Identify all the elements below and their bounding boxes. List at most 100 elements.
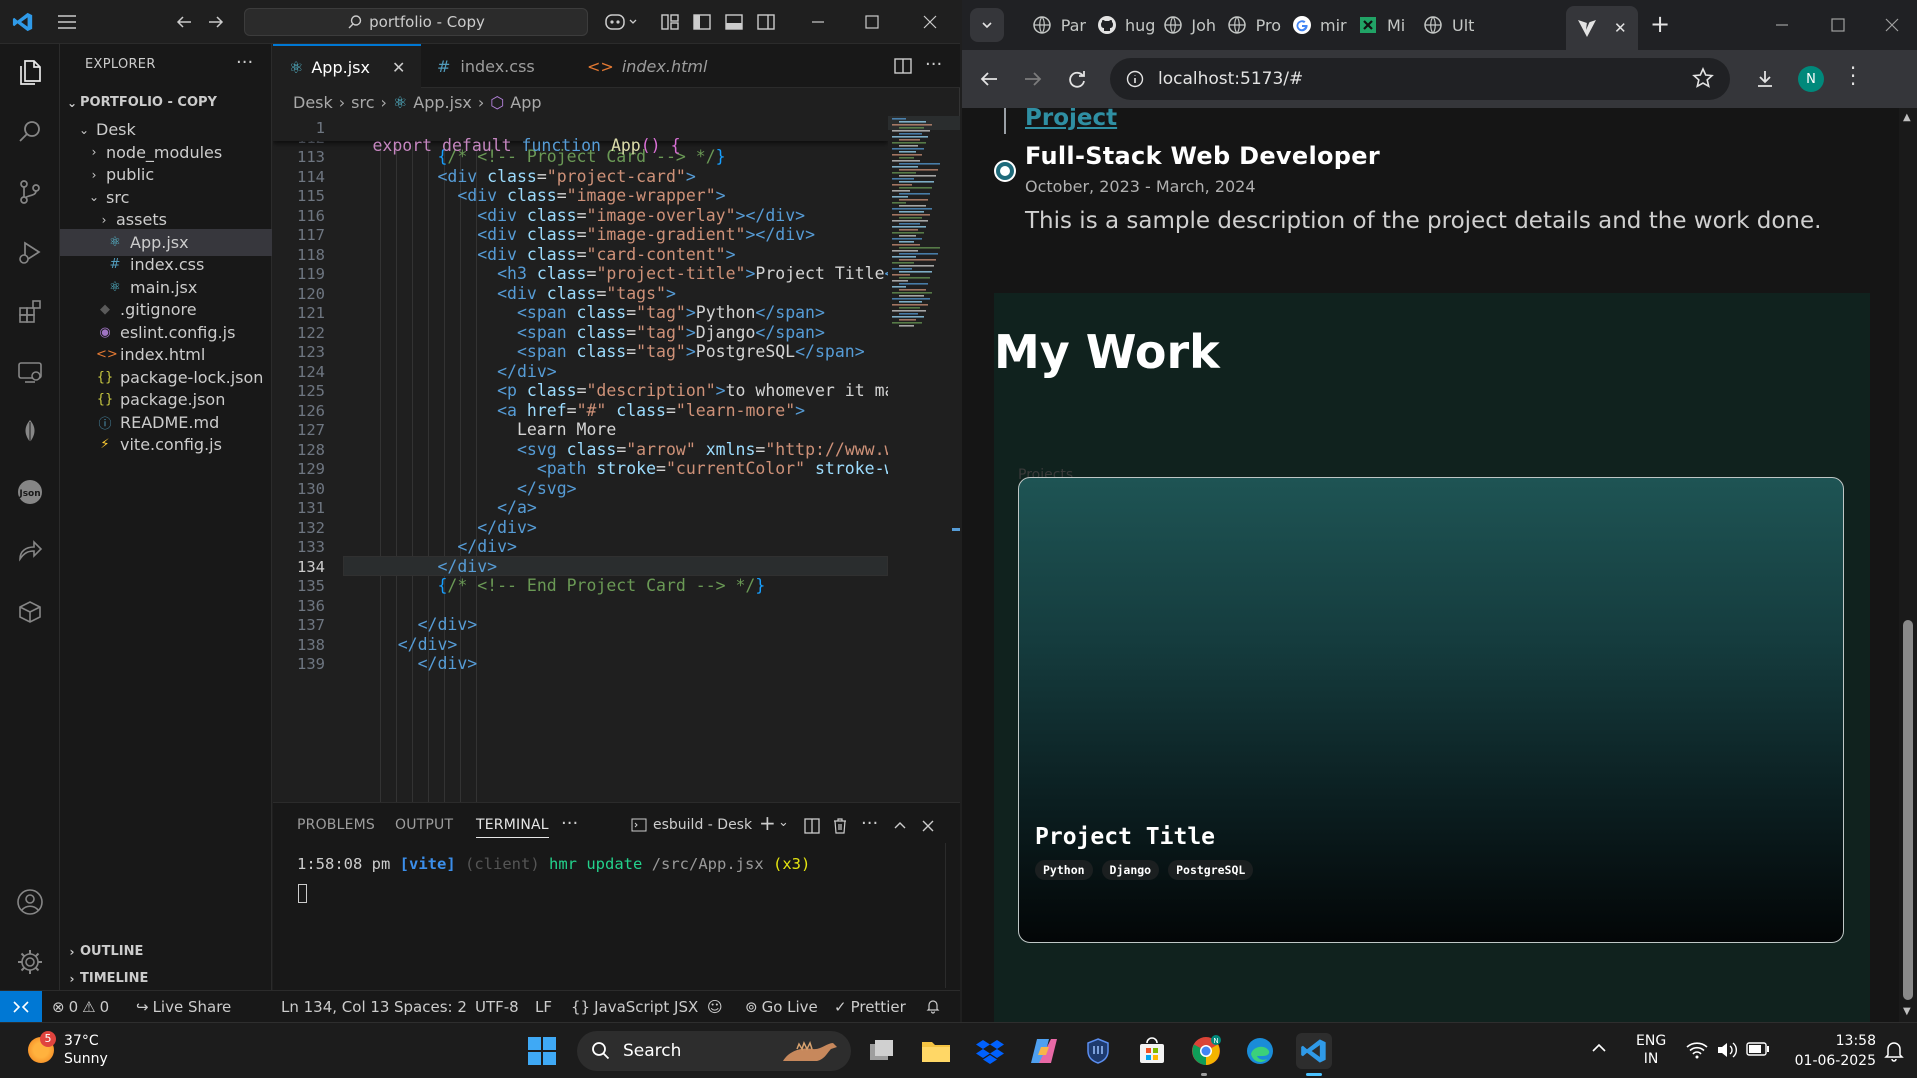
tab-problems[interactable]: PROBLEMS [297,817,375,833]
battery-icon[interactable] [1746,1041,1770,1057]
tab-search-button[interactable] [970,8,1004,42]
browser-tab[interactable]: hug [1087,8,1155,42]
new-tab-icon[interactable]: + [1650,10,1670,38]
timeline-section[interactable]: › TIMELINE [60,965,272,992]
microsoft-store-icon[interactable] [1134,1033,1170,1069]
start-button[interactable] [524,1033,560,1069]
breadcrumb-src[interactable]: src [351,93,374,112]
volume-icon[interactable] [1716,1040,1738,1060]
download-icon[interactable] [1754,68,1776,90]
tab-app-jsx[interactable]: ⚛ App.jsx ✕ [273,44,421,88]
problems-counter[interactable]: ⊗ 0 ⚠ 0 [52,998,109,1016]
live-share-icon[interactable] [10,532,50,572]
toggle-panel-icon[interactable] [724,12,744,32]
browser-tab[interactable]: Pro [1217,8,1281,42]
chrome-icon[interactable]: N [1188,1033,1224,1069]
browser-tab[interactable]: Par [1022,8,1086,42]
minimap[interactable] [888,116,960,802]
command-center-search[interactable]: portfolio - Copy [244,8,588,36]
shield-app-icon[interactable] [1080,1033,1116,1069]
clock[interactable]: 13:58 01-06-2025 [1786,1031,1876,1071]
weather-widget[interactable]: 5 37°C Sunny [24,1031,134,1071]
page-scrollbar[interactable]: ▲ ▼ [1899,108,1917,1022]
remote-indicator[interactable] [0,991,42,1022]
breadcrumb-symbol[interactable]: App [510,93,541,112]
panel-more-actions-icon[interactable]: ··· [861,813,878,834]
containers-icon[interactable] [10,592,50,632]
maximize-icon[interactable] [862,12,882,32]
notifications-bell-icon[interactable] [1884,1040,1904,1062]
browser-tab[interactable]: Ult [1412,8,1476,42]
wifi-icon[interactable] [1686,1041,1708,1059]
browser-tab-active[interactable]: ✕ [1566,6,1638,50]
scroll-up-icon[interactable]: ▲ [1903,112,1911,123]
notifications-bell-icon[interactable] [925,998,941,1014]
project-card[interactable]: Project Title Python Django PostgreSQL [1018,477,1844,943]
explorer-more-icon[interactable]: ··· [236,52,253,73]
site-info-icon[interactable] [1126,70,1144,88]
forward-arrow-icon[interactable] [206,12,226,32]
chevron-up-icon[interactable] [1590,1041,1608,1055]
language-indicator[interactable]: ENG IN [1636,1032,1666,1068]
terminal-selector[interactable]: esbuild - Desk [631,817,752,833]
profile-avatar[interactable]: N [1798,66,1824,92]
menu-icon[interactable] [56,12,78,32]
close-window-icon[interactable] [1882,15,1902,35]
language-mode[interactable]: {} JavaScript JSX [571,998,698,1016]
explorer-icon[interactable] [10,52,50,92]
split-editor-icon[interactable] [893,56,913,76]
vscode-taskbar-icon[interactable] [1296,1033,1332,1069]
indentation[interactable]: Spaces: 2 [394,998,467,1016]
address-bar[interactable]: localhost:5173/# [1110,58,1730,100]
browser-tab[interactable]: mir [1282,8,1347,42]
accounts-icon[interactable] [10,882,50,922]
back-arrow-icon[interactable] [174,12,194,32]
panel-more-icon[interactable]: ··· [561,813,578,834]
maximize-icon[interactable] [1828,15,1848,35]
live-share-status[interactable]: ↪ Live Share [136,998,231,1016]
extensions-icon[interactable] [10,292,50,332]
close-tab-icon[interactable]: ✕ [1614,19,1627,37]
copilot-app-icon[interactable] [1026,1033,1062,1069]
browser-tab[interactable]: Mi [1347,8,1411,42]
go-live-button[interactable]: ⊚ Go Live [745,998,818,1016]
line-ending[interactable]: LF [535,998,552,1016]
project-folder-header[interactable]: ⌄ PORTFOLIO - COPY [60,89,272,116]
file-explorer-icon[interactable] [918,1033,954,1069]
terminal-output[interactable]: 1:58:08 pm [vite] (client) hmr update /s… [297,855,810,873]
bookmark-star-icon[interactable] [1692,67,1714,89]
toggle-sidebar-icon[interactable] [692,12,712,32]
reload-icon[interactable] [1066,68,1088,90]
mongodb-leaf-icon[interactable] [10,412,50,452]
close-tab-icon[interactable]: ✕ [392,58,405,77]
browser-tab[interactable]: Joh [1152,8,1216,42]
encoding[interactable]: UTF-8 [475,998,519,1016]
terminal-scrollbar[interactable] [945,843,946,988]
run-debug-icon[interactable] [10,232,50,272]
tab-terminal[interactable]: TERMINAL [476,817,549,838]
chevron-down-icon[interactable]: ⌄ [778,815,789,830]
forward-arrow-icon[interactable] [1022,68,1044,90]
json-icon[interactable]: Json [10,472,50,512]
tab-index-html[interactable]: <> index.html [571,44,731,88]
minimize-icon[interactable] [1772,15,1792,35]
edge-icon[interactable] [1242,1033,1278,1069]
scroll-down-icon[interactable]: ▼ [1903,1006,1911,1017]
copilot-status-icon[interactable]: ☺ [707,998,723,1016]
scrollbar-thumb[interactable] [1903,620,1913,1000]
project-link[interactable]: Project [1025,108,1117,131]
settings-gear-icon[interactable] [10,942,50,982]
browser-menu-icon[interactable]: · · · [1848,58,1858,94]
dropbox-icon[interactable] [972,1033,1008,1069]
remote-explorer-icon[interactable] [10,352,50,392]
tab-output[interactable]: OUTPUT [395,817,453,833]
breadcrumb-file[interactable]: App.jsx [413,93,472,112]
copilot-icon[interactable] [604,11,638,33]
close-panel-icon[interactable] [919,817,937,835]
close-window-icon[interactable] [920,12,940,32]
cursor-position[interactable]: Ln 134, Col 13 [281,998,389,1016]
outline-section[interactable]: › OUTLINE [60,938,272,965]
back-arrow-icon[interactable] [978,68,1000,90]
search-view-icon[interactable] [10,112,50,152]
minimize-icon[interactable] [808,12,828,32]
